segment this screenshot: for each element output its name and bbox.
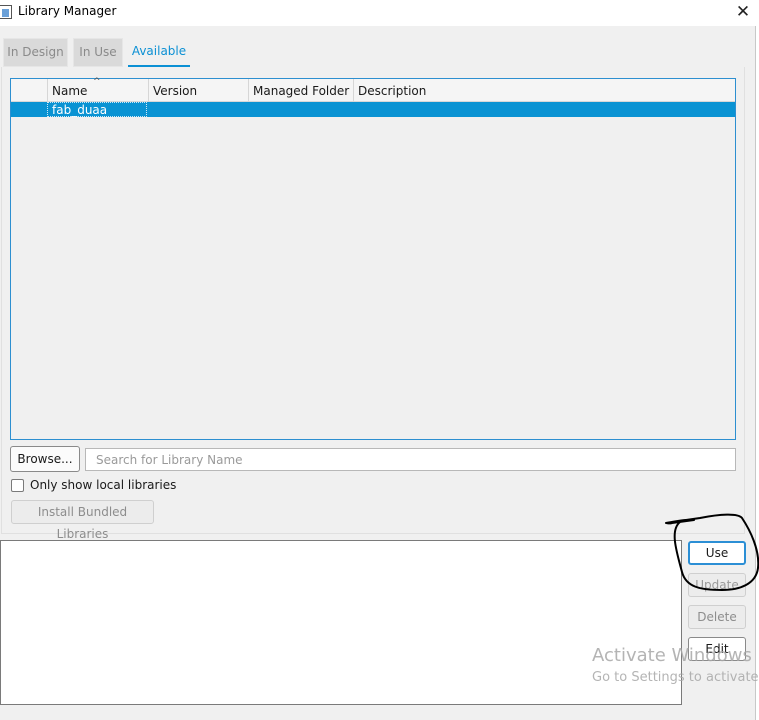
column-header-version[interactable]: Version bbox=[148, 79, 248, 102]
activation-watermark-title: Activate Windows bbox=[592, 645, 752, 666]
tab-in-use[interactable]: In Use bbox=[73, 38, 123, 67]
install-bundled-libraries-button[interactable]: Install Bundled Libraries bbox=[11, 500, 154, 541]
tab-in-design[interactable]: In Design bbox=[3, 38, 68, 67]
window-title: Library Manager bbox=[18, 4, 117, 18]
local-only-checkbox[interactable] bbox=[11, 479, 24, 492]
activation-watermark-subtitle: Go to Settings to activate bbox=[592, 670, 759, 685]
table-cell-name: fab_duaa bbox=[47, 102, 147, 117]
sort-ascending-icon: ^ bbox=[93, 77, 101, 87]
column-header-description[interactable]: Description bbox=[353, 79, 735, 102]
tab-available[interactable]: Available bbox=[128, 38, 190, 67]
library-search-input[interactable] bbox=[85, 448, 736, 471]
update-button[interactable]: Update bbox=[688, 573, 746, 597]
library-details-panel bbox=[0, 540, 682, 705]
column-header-managed-folder[interactable]: Managed Folder bbox=[248, 79, 353, 102]
app-window-icon bbox=[0, 5, 12, 19]
close-icon[interactable]: ✕ bbox=[733, 2, 753, 22]
delete-button[interactable]: Delete bbox=[688, 605, 746, 629]
table-row[interactable]: fab_duaa bbox=[11, 102, 735, 117]
local-only-label: Only show local libraries bbox=[30, 478, 177, 492]
browse-button[interactable]: Browse... bbox=[10, 446, 80, 472]
window-edge bbox=[755, 26, 759, 720]
use-button[interactable]: Use bbox=[688, 541, 746, 565]
library-table[interactable]: Name Version Managed Folder Description … bbox=[10, 77, 736, 440]
table-header: Name Version Managed Folder Description … bbox=[11, 77, 735, 102]
